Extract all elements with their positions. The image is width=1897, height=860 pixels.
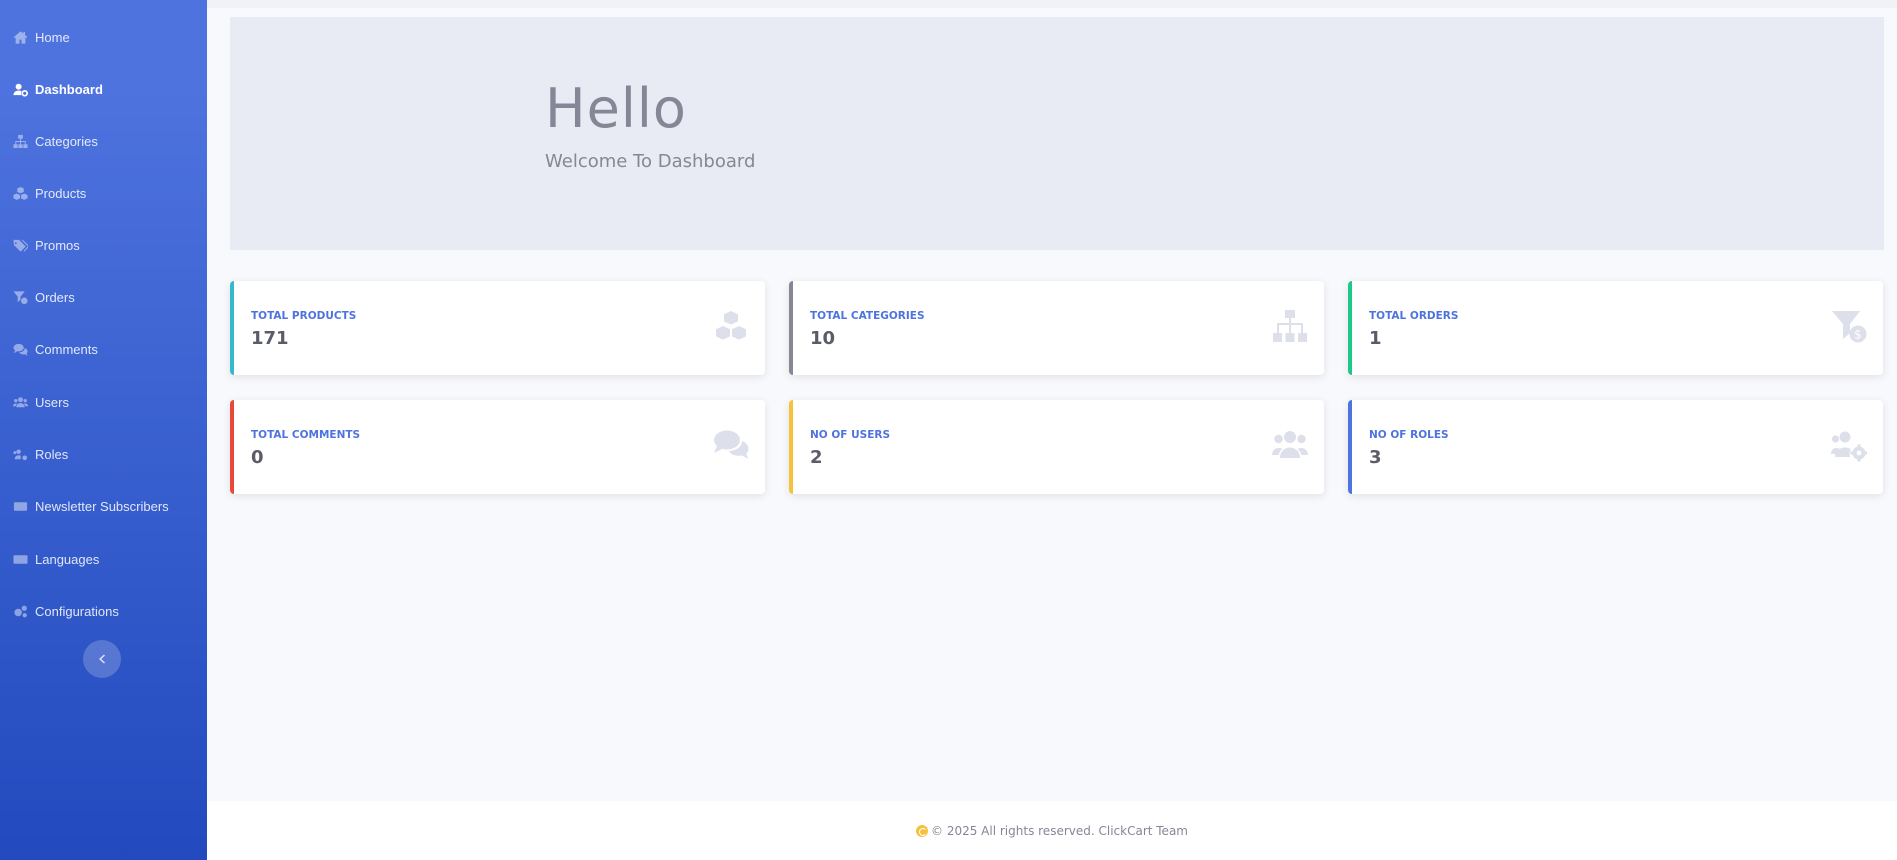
funnel-dollar-icon: $ (1831, 309, 1867, 343)
sidebar-item-categories[interactable]: Categories (0, 119, 207, 163)
sidebar-item-label: Promos (35, 237, 80, 253)
sidebar-item-promos[interactable]: Promos (0, 223, 207, 267)
sidebar-item-label: Configurations (35, 603, 119, 619)
sidebar-item-products[interactable]: Products (0, 171, 207, 215)
stat-card-label: TOTAL COMMENTS (251, 429, 361, 441)
sidebar-item-label: Home (35, 29, 70, 45)
stat-card-label: NO OF ROLES (1369, 429, 1449, 441)
cogs-icon (12, 603, 28, 619)
svg-text:$: $ (1854, 328, 1862, 342)
footer-copyright: © 2025 All rights reserved. ClickCart Te… (931, 823, 1188, 838)
clickcart-logo-icon (916, 824, 929, 837)
stat-card-value: 2 (810, 447, 823, 468)
stat-card-total-products: TOTAL PRODUCTS 171 (230, 281, 765, 375)
stat-card-value: 3 (1369, 447, 1382, 468)
sidebar-item-label: Languages (35, 551, 100, 567)
cubes-icon (713, 309, 749, 343)
sidebar-toggle-button[interactable] (83, 640, 121, 678)
stat-card-label: TOTAL CATEGORIES (810, 310, 925, 322)
sidebar-item-configurations[interactable]: Configurations (0, 589, 207, 633)
stat-card-total-categories: TOTAL CATEGORIES 10 (789, 281, 1324, 375)
sidebar-item-dashboard[interactable]: Dashboard (0, 67, 207, 111)
stat-card-label: TOTAL ORDERS (1369, 310, 1459, 322)
sidebar-item-orders[interactable]: Orders (0, 275, 207, 319)
sidebar-item-label: Users (35, 394, 69, 410)
sidebar-item-home[interactable]: Home (0, 15, 207, 59)
home-icon (12, 29, 28, 45)
stat-card-value: 10 (810, 328, 836, 349)
sidebar-item-label: Orders (35, 289, 75, 305)
sitemap-icon (12, 133, 28, 149)
tags-icon (12, 237, 28, 253)
users-icon (12, 394, 28, 410)
cubes-icon (12, 185, 28, 201)
funnel-dollar-icon (12, 289, 28, 305)
footer: © 2025 All rights reserved. ClickCart Te… (207, 801, 1897, 860)
users-cog-icon (1831, 428, 1868, 462)
chevron-left-icon (96, 653, 108, 665)
sidebar-item-label: Comments (35, 341, 98, 357)
language-icon (12, 551, 28, 567)
sidebar-item-label: Newsletter Subscribers (35, 498, 169, 514)
sidebar-item-label: Dashboard (35, 81, 103, 97)
mail-bulk-icon (12, 498, 28, 514)
stat-card-value: 0 (251, 447, 264, 468)
top-strip (207, 0, 1897, 8)
welcome-banner: Hello Welcome To Dashboard (230, 17, 1884, 250)
sidebar-item-newsletter-subscribers[interactable]: Newsletter Subscribers (0, 484, 207, 528)
stat-card-total-orders: TOTAL ORDERS 1 $ (1348, 281, 1883, 375)
sidebar-item-label: Categories (35, 133, 98, 149)
sidebar-item-label: Products (35, 185, 87, 201)
sidebar-item-label: Roles (35, 446, 69, 462)
stat-card-no-of-users: NO OF USERS 2 (789, 400, 1324, 494)
sidebar-item-comments[interactable]: Comments (0, 327, 207, 371)
sidebar-item-languages[interactable]: Languages (0, 537, 207, 581)
users-cog-icon (12, 446, 28, 462)
sidebar: Home Dashboard Categories Products Promo… (0, 0, 207, 860)
comments-icon (713, 428, 749, 462)
comments-icon (12, 341, 28, 357)
stat-card-label: NO OF USERS (810, 429, 891, 441)
users-icon (1272, 428, 1308, 462)
user-cog-icon (12, 81, 28, 97)
stat-card-label: TOTAL PRODUCTS (251, 310, 357, 322)
stat-card-no-of-roles: NO OF ROLES 3 (1348, 400, 1883, 494)
page-title: Hello (545, 77, 687, 140)
stat-card-value: 1 (1369, 328, 1382, 349)
sitemap-icon (1272, 309, 1308, 343)
sidebar-item-roles[interactable]: Roles (0, 432, 207, 476)
stat-card-value: 171 (251, 328, 289, 349)
page-subtitle: Welcome To Dashboard (545, 151, 756, 172)
sidebar-item-users[interactable]: Users (0, 380, 207, 424)
stat-card-total-comments: TOTAL COMMENTS 0 (230, 400, 765, 494)
